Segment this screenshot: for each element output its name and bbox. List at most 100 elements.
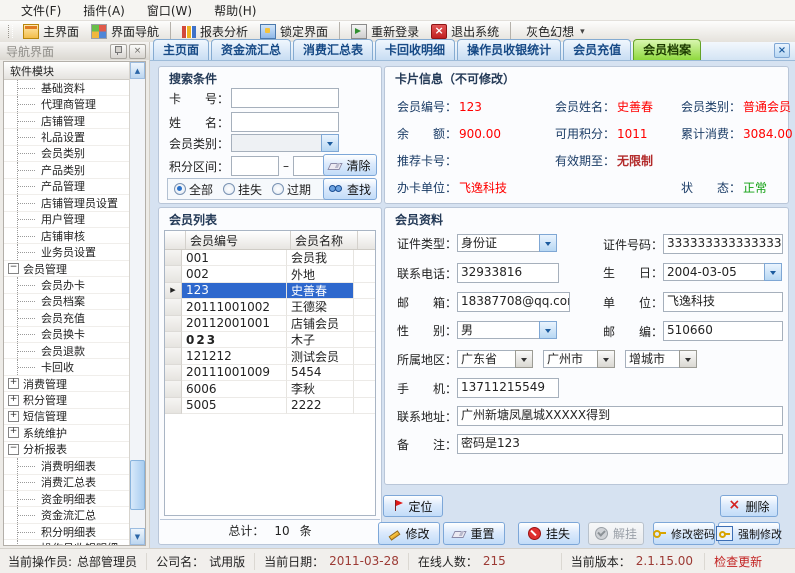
tab[interactable]: 操作员收银统计 [457, 39, 561, 60]
tab[interactable]: 资金流汇总 [211, 39, 291, 60]
tree-node[interactable]: 短信管理 [4, 409, 129, 425]
table-row[interactable]: ▶ 023 木子 [165, 332, 375, 348]
tree-node[interactable]: 产品管理 [4, 179, 129, 195]
modify-button[interactable]: 修改 [378, 522, 440, 545]
phone-input[interactable]: 32933816 [457, 263, 559, 283]
row-selector[interactable]: ▶ [165, 299, 182, 315]
row-selector[interactable]: ▶ [165, 381, 182, 397]
tree-node[interactable]: 产品类别 [4, 162, 129, 178]
card-no-input[interactable] [231, 88, 339, 108]
row-selector[interactable]: ▶ [165, 348, 182, 364]
row-selector[interactable]: ▶ [165, 283, 182, 299]
delete-button[interactable]: 删除 [720, 495, 778, 517]
member-id-cell[interactable]: 121212 [182, 348, 287, 364]
force-modify-button[interactable]: 强制修改 [718, 522, 780, 545]
tab[interactable]: 主页面 [153, 39, 209, 60]
expand-toggle-icon[interactable] [8, 427, 19, 438]
member-name-cell[interactable]: 王德梁 [287, 299, 354, 315]
member-id-cell[interactable]: 023 [182, 332, 287, 348]
table-row[interactable]: ▶ 123 史善春 [165, 283, 375, 299]
filter-radio[interactable]: 过期 [272, 181, 311, 198]
find-button[interactable]: 查找 [323, 178, 377, 200]
tab[interactable]: 消费汇总表 [293, 39, 373, 60]
tree-node[interactable]: 积分明细表 [4, 524, 129, 540]
tree-node[interactable]: 积分管理 [4, 392, 129, 408]
change-password-button[interactable]: 修改密码 [653, 522, 715, 545]
tree-node[interactable]: 用户管理 [4, 212, 129, 228]
tree-node[interactable]: 业务员设置 [4, 244, 129, 260]
tree-node[interactable]: 资金流汇总 [4, 507, 129, 523]
points-from-input[interactable] [231, 156, 279, 176]
check-update-link[interactable]: 检查更新 [704, 553, 762, 570]
tree-node[interactable]: 资金明细表 [4, 491, 129, 507]
tree-node[interactable]: 分析报表 [4, 442, 129, 458]
company-input[interactable]: 飞逸科技 [663, 292, 783, 312]
menu-item[interactable]: 帮助(H) [203, 0, 267, 21]
sidebar-scrollbar[interactable]: ▲ ▼ [129, 62, 145, 545]
toolbar-button[interactable]: 主界面 ▾ [17, 22, 85, 41]
chevron-down-icon[interactable] [597, 350, 615, 368]
tree-root-header[interactable]: 软件模块 [4, 62, 129, 80]
chevron-down-icon[interactable] [539, 234, 557, 252]
row-selector[interactable]: ▶ [165, 250, 182, 266]
mobile-input[interactable]: 13711215549 [457, 378, 559, 398]
tree-node[interactable]: 会员类别 [4, 146, 129, 162]
scrollbar-thumb[interactable] [130, 460, 145, 510]
member-name-cell[interactable]: 木子 [287, 332, 354, 348]
tree-node[interactable]: 会员档案 [4, 294, 129, 310]
chevron-down-icon[interactable] [764, 263, 782, 281]
gender-select[interactable]: 男 [457, 321, 557, 339]
member-id-cell[interactable]: 001 [182, 250, 287, 266]
close-tab-button[interactable]: × [774, 43, 790, 58]
tree-node[interactable]: 系统维护 [4, 425, 129, 441]
tree-node[interactable]: 卡回收 [4, 359, 129, 375]
member-id-cell[interactable]: 6006 [182, 381, 287, 397]
tree-node[interactable]: 会员退款 [4, 343, 129, 359]
cert-no-input[interactable]: 3333333333333333333 [663, 234, 783, 254]
member-name-cell[interactable]: 外地 [287, 266, 354, 282]
zip-input[interactable]: 510660 [663, 321, 783, 341]
expand-toggle-icon[interactable] [8, 263, 19, 274]
note-input[interactable]: 密码是123 [457, 434, 783, 454]
expand-toggle-icon[interactable] [8, 444, 19, 455]
chevron-down-icon[interactable] [515, 350, 533, 368]
scroll-up-icon[interactable]: ▲ [130, 62, 145, 79]
chevron-down-icon[interactable] [539, 321, 557, 339]
chevron-down-icon[interactable] [321, 134, 339, 152]
toolbar-button[interactable]: 界面导航 ▾ [85, 22, 165, 41]
row-selector[interactable]: ▶ [165, 316, 182, 332]
locate-button[interactable]: 定位 [383, 495, 443, 517]
tab[interactable]: 卡回收明细 [375, 39, 455, 60]
table-row[interactable]: ▶ 121212 测试会员 [165, 348, 375, 364]
name-input[interactable] [231, 112, 339, 132]
tree-node[interactable]: 消费汇总表 [4, 475, 129, 491]
member-name-cell[interactable]: 史善春 [287, 283, 354, 299]
expand-toggle-icon[interactable] [8, 411, 19, 422]
tree-node[interactable]: 操作员收银明细 [4, 540, 129, 545]
menu-item[interactable]: 窗口(W) [136, 0, 203, 21]
member-id-cell[interactable]: 20111001002 [182, 299, 287, 315]
city-select[interactable]: 广州市 [543, 350, 615, 368]
tree-node[interactable]: 店铺管理 [4, 113, 129, 129]
member-id-column-header[interactable]: 会员编号 [186, 231, 291, 249]
member-id-cell[interactable]: 5005 [182, 398, 287, 414]
menu-item[interactable]: 文件(F) [10, 0, 72, 21]
member-name-cell[interactable]: 李秋 [287, 381, 354, 397]
pin-button[interactable] [110, 44, 127, 59]
member-name-cell[interactable]: 会员我 [287, 250, 354, 266]
table-row[interactable]: ▶ 20111001002 王德梁 [165, 299, 375, 315]
member-name-cell[interactable]: 店铺会员 [287, 316, 354, 332]
tree-node[interactable]: 礼品设置 [4, 129, 129, 145]
table-row[interactable]: ▶ 001 会员我 [165, 250, 375, 266]
member-name-column-header[interactable]: 会员名称 [291, 231, 358, 249]
expand-toggle-icon[interactable] [8, 378, 19, 389]
member-id-cell[interactable]: 20111001009 [182, 365, 287, 381]
tab[interactable]: 会员档案 [633, 39, 701, 60]
table-row[interactable]: ▶ 20111001009 5454 [165, 365, 375, 381]
row-selector[interactable]: ▶ [165, 365, 182, 381]
tree-node[interactable]: 店铺审核 [4, 228, 129, 244]
member-type-select[interactable] [231, 134, 339, 152]
reset-button[interactable]: 重置 [443, 522, 505, 545]
district-select[interactable]: 增城市 [625, 350, 697, 368]
row-selector[interactable]: ▶ [165, 398, 182, 414]
